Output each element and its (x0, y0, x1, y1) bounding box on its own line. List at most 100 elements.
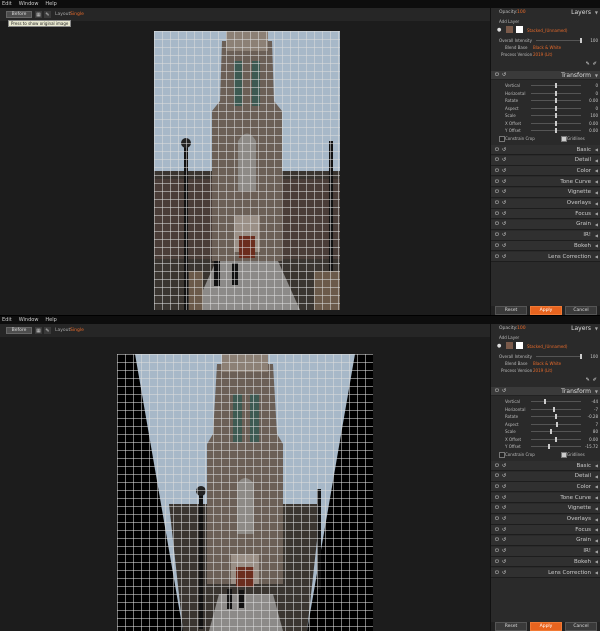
reset-icon[interactable]: ↺ (502, 559, 506, 565)
section-basic[interactable]: ⏻ ↺ Basic ◀ (491, 145, 600, 155)
slider-value[interactable]: 0.00 (589, 128, 598, 133)
power-icon[interactable]: ⏻ (495, 570, 499, 576)
slider-track[interactable] (531, 128, 581, 133)
section-bokeh[interactable]: ⏻ ↺ Bokeh ◀ (491, 241, 600, 252)
slider-row-rotate[interactable]: Rotate -0.28 (491, 413, 600, 420)
section-ir-[interactable]: ⏻ ↺ IR! ◀ (491, 230, 600, 241)
slider-track[interactable] (531, 444, 581, 449)
process-version-row[interactable]: Process Version 2019 (Lit) (491, 367, 600, 374)
power-icon[interactable]: ⏻ (495, 168, 499, 174)
chevron-left-icon[interactable]: ◀ (595, 506, 598, 511)
slider-track[interactable] (531, 98, 581, 103)
reset-button[interactable]: Reset (495, 306, 527, 315)
grid-icon[interactable]: ▦ (35, 327, 42, 334)
image-canvas[interactable] (0, 21, 490, 315)
before-button[interactable]: Before (6, 327, 32, 334)
chevron-left-icon[interactable]: ◀ (595, 549, 598, 554)
reset-button[interactable]: Reset (495, 622, 527, 631)
chevron-down-icon[interactable]: ▼ (595, 389, 598, 394)
slider-value[interactable]: 0 (595, 106, 598, 111)
section-ir-[interactable]: ⏻ ↺ IR! ◀ (491, 546, 600, 557)
reset-icon[interactable]: ↺ (502, 157, 506, 163)
overall-intensity-row[interactable]: Overall Intensity 100 (491, 37, 600, 44)
slider-row-y-offset[interactable]: Y Offset -15.72 (491, 443, 600, 450)
reset-icon[interactable]: ↺ (502, 505, 506, 511)
power-icon[interactable]: ⏻ (495, 473, 499, 479)
process-version-select[interactable]: 2019 (Lit) (533, 52, 552, 57)
section-basic[interactable]: ⏻ ↺ Basic ◀ (491, 461, 600, 471)
menu-help[interactable]: Help (45, 1, 56, 7)
section-overlays[interactable]: ⏻ ↺ Overlays ◀ (491, 198, 600, 209)
apply-button[interactable]: Apply (530, 622, 562, 631)
chevron-left-icon[interactable]: ◀ (595, 570, 598, 575)
chevron-down-icon[interactable]: ▼ (595, 73, 598, 78)
slider-knob[interactable] (544, 399, 547, 404)
slider-knob[interactable] (555, 83, 557, 88)
eraser-icon[interactable]: ✐ (593, 61, 597, 67)
chevron-left-icon[interactable]: ◀ (595, 158, 598, 163)
slider-value[interactable]: 100 (590, 113, 598, 118)
slider-knob[interactable] (555, 120, 557, 126)
section-bokeh[interactable]: ⏻ ↺ Bokeh ◀ (491, 557, 600, 568)
eraser-icon[interactable]: ✐ (593, 377, 597, 383)
add-layer-button[interactable]: Add Layer (499, 335, 519, 340)
slider-value[interactable]: 0 (595, 83, 598, 88)
layer-name[interactable]: Stacked_(Unnamed) (527, 344, 567, 349)
slider-value[interactable]: -15.72 (585, 444, 598, 449)
chevron-left-icon[interactable]: ◀ (595, 222, 598, 227)
section-grain[interactable]: ⏻ ↺ Grain ◀ (491, 535, 600, 546)
menu-window[interactable]: Window (19, 317, 39, 323)
transform-header[interactable]: ⏻ ↺ Transform ▼ (491, 387, 600, 396)
reset-icon[interactable]: ↺ (502, 473, 506, 479)
power-icon[interactable]: ⏻ (495, 243, 499, 249)
chevron-left-icon[interactable]: ◀ (595, 484, 598, 489)
reset-icon[interactable]: ↺ (502, 168, 506, 174)
slider-row-horizontal[interactable]: Horizontal 0 (491, 90, 600, 97)
menu-edit[interactable]: Edit (2, 1, 12, 7)
power-icon[interactable]: ⏻ (495, 147, 499, 153)
slider-track[interactable] (531, 399, 581, 404)
menu-help[interactable]: Help (45, 317, 56, 323)
chevron-left-icon[interactable]: ◀ (595, 201, 598, 206)
chevron-down-icon[interactable]: ▼ (595, 326, 598, 331)
power-icon[interactable]: ⏻ (495, 232, 499, 238)
power-icon[interactable]: ⏻ (495, 72, 499, 78)
slider-knob[interactable] (553, 406, 556, 412)
section-tone-curve[interactable]: ⏻ ↺ Tone Curve ◀ (491, 177, 600, 188)
chevron-left-icon[interactable]: ◀ (595, 147, 598, 152)
slider-knob[interactable] (555, 105, 557, 111)
reset-icon[interactable]: ↺ (502, 243, 506, 249)
section-tone-curve[interactable]: ⏻ ↺ Tone Curve ◀ (491, 493, 600, 504)
opacity-value[interactable]: 100 (517, 326, 526, 331)
slider-value[interactable]: 0.00 (589, 121, 598, 126)
blend-base-select[interactable]: Black & White (533, 45, 561, 50)
reset-icon[interactable]: ↺ (502, 254, 506, 260)
power-icon[interactable]: ⏻ (495, 548, 499, 554)
section-grain[interactable]: ⏻ ↺ Grain ◀ (491, 219, 600, 230)
power-icon[interactable]: ⏻ (495, 388, 499, 394)
slider-value[interactable]: 80 (593, 429, 598, 434)
chevron-left-icon[interactable]: ◀ (595, 559, 598, 564)
slider-knob[interactable] (555, 113, 557, 118)
reset-icon[interactable]: ↺ (502, 388, 506, 394)
cancel-button[interactable]: Cancel (565, 306, 597, 315)
slider-row-x-offset[interactable]: X Offset 0.00 (491, 120, 600, 127)
slider-knob[interactable] (555, 98, 557, 103)
slider-track[interactable] (531, 406, 581, 412)
reset-icon[interactable]: ↺ (502, 537, 506, 543)
section-detail[interactable]: ⏻ ↺ Detail ◀ (491, 471, 600, 482)
slider-knob[interactable] (555, 90, 557, 96)
section-focus[interactable]: ⏻ ↺ Focus ◀ (491, 525, 600, 536)
chevron-left-icon[interactable]: ◀ (595, 474, 598, 479)
slider-row-vertical[interactable]: Vertical -44 (491, 398, 600, 405)
power-icon[interactable]: ⏻ (495, 559, 499, 565)
chevron-left-icon[interactable]: ◀ (595, 190, 598, 195)
power-icon[interactable]: ⏻ (495, 484, 499, 490)
chevron-left-icon[interactable]: ◀ (595, 527, 598, 532)
section-detail[interactable]: ⏻ ↺ Detail ◀ (491, 155, 600, 166)
apply-button[interactable]: Apply (530, 306, 562, 315)
slider-row-scale[interactable]: Scale 100 (491, 112, 600, 119)
reset-icon[interactable]: ↺ (502, 570, 506, 576)
layer-row[interactable]: ● Stacked_(Unnamed) (491, 25, 600, 35)
reset-icon[interactable]: ↺ (502, 179, 506, 185)
